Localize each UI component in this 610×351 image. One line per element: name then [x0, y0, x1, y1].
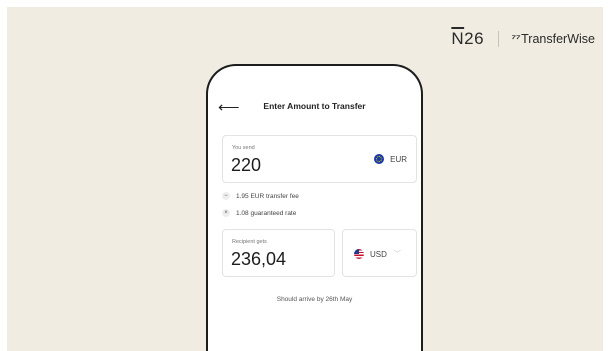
recipient-amount[interactable]: 236,04 — [231, 249, 286, 270]
phone-frame: ⟵ Enter Amount to Transfer You send 220 … — [206, 64, 423, 351]
fee-breakdown: − 1.95 EUR transfer fee × 1.08 guarantee… — [222, 189, 299, 223]
n26-logo: N26 — [451, 29, 485, 48]
rate-text: 1.08 guaranteed rate — [236, 209, 297, 217]
send-currency-code: EUR — [390, 154, 407, 164]
transferwise-flag-icon: ⁷⁷ — [510, 33, 522, 45]
recipient-amount-card[interactable]: Recipient gets 236,04 — [222, 229, 335, 277]
send-currency-selector[interactable]: EUR — [374, 154, 407, 164]
multiply-icon: × — [222, 209, 230, 217]
recipient-currency-dropdown[interactable]: USD ﹀ — [342, 229, 417, 277]
minus-icon: − — [222, 192, 230, 200]
transferwise-logo: ⁷⁷ TransferWise — [510, 32, 595, 46]
arrival-estimate: Should arrive by 26th May — [276, 296, 353, 303]
top-bar: ⟵ Enter Amount to Transfer — [208, 100, 421, 116]
eu-flag-icon — [374, 154, 385, 164]
chevron-down-icon[interactable]: ﹀ — [394, 249, 401, 259]
rate-row: × 1.08 guaranteed rate — [222, 206, 299, 220]
screen-title: Enter Amount to Transfer — [263, 101, 366, 111]
recipient-currency-selector[interactable]: USD ﹀ — [354, 249, 401, 259]
us-flag-icon — [354, 249, 364, 259]
recipient-label: Recipient gets — [232, 239, 267, 245]
fee-row: − 1.95 EUR transfer fee — [222, 189, 299, 203]
promo-canvas: N26 ⁷⁷ TransferWise ⟵ Enter Amount to Tr… — [7, 7, 603, 351]
send-amount-input[interactable]: 220 — [231, 155, 261, 176]
fee-text: 1.95 EUR transfer fee — [236, 192, 299, 200]
brand-divider — [498, 31, 500, 47]
send-label: You send — [232, 145, 255, 151]
brand-header: N26 ⁷⁷ TransferWise — [451, 29, 595, 49]
send-amount-card[interactable]: You send 220 EUR — [222, 135, 417, 183]
transferwise-wordmark: TransferWise — [521, 32, 595, 46]
recipient-currency-code: USD — [370, 249, 387, 259]
